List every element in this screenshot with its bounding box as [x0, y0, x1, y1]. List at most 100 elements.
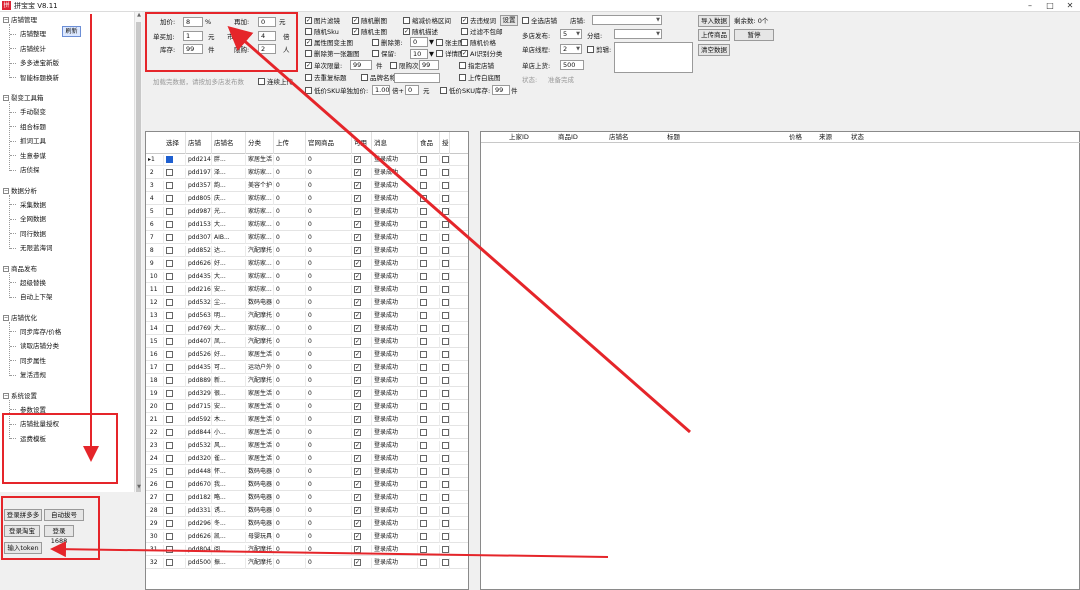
tree-item[interactable]: 复活违规 [10, 369, 46, 381]
select-all-stores-checkbox[interactable]: 全选店铺 [522, 16, 557, 26]
tree-item[interactable]: 无限蓝海词 [10, 242, 53, 254]
table-row[interactable]: 15pdd40710...凤...汽配摩托00✓登录成功 [146, 337, 468, 348]
tree-item[interactable]: 同行数据 [10, 228, 46, 240]
select-checkbox[interactable] [164, 480, 186, 491]
select-checkbox[interactable] [164, 259, 186, 270]
option-checkbox[interactable]: ✓ 随机主图 [352, 27, 387, 37]
table-row[interactable]: 18pdd88991...新...汽配摩托00✓登录成功 [146, 376, 468, 387]
table-header-cell[interactable]: 上传 [274, 132, 306, 154]
select-checkbox[interactable] [164, 532, 186, 543]
table-row[interactable]: 6pdd15318...大...家纺家...00✓登录成功 [146, 220, 468, 231]
collapse-icon[interactable]: − [3, 187, 9, 194]
option-checkbox[interactable]: 去重复标题 [305, 73, 347, 83]
goods-header-cell[interactable]: 来源 [819, 132, 832, 143]
auth-checkbox[interactable] [440, 181, 450, 192]
select-checkbox[interactable] [164, 298, 186, 309]
table-row[interactable]: 24pdd32032...雀...家居生活00✓登录成功 [146, 454, 468, 465]
select-checkbox[interactable] [164, 428, 186, 439]
table-row[interactable]: 12pdd53217...尘...数码电器00✓登录成功 [146, 298, 468, 309]
available-checkbox[interactable]: ✓ [352, 233, 372, 244]
available-checkbox[interactable]: ✓ [352, 428, 372, 439]
table-header-cell[interactable]: 可用 [352, 132, 372, 154]
table-row[interactable]: 16pdd52663...好...家居生活00✓登录成功 [146, 350, 468, 361]
table-row[interactable]: 5pdd98795...光...家纺家...00✓登录成功 [146, 207, 468, 218]
option-checkbox[interactable]: 过滤不包邮 [461, 27, 503, 37]
option-checkbox[interactable]: ✓ 随机描述 [403, 27, 438, 37]
food-checkbox[interactable] [418, 454, 440, 465]
food-checkbox[interactable] [418, 207, 440, 218]
select-checkbox[interactable] [164, 155, 186, 166]
select-checkbox[interactable] [164, 337, 186, 348]
available-checkbox[interactable]: ✓ [352, 376, 372, 387]
available-checkbox[interactable]: ✓ [352, 194, 372, 205]
maximize-icon[interactable]: □ [1040, 0, 1060, 12]
table-row[interactable]: 14pdd76908...大...家纺家...00✓登录成功 [146, 324, 468, 335]
option-checkbox[interactable]: ✓ 属性图变主图 [305, 38, 353, 48]
available-checkbox[interactable]: ✓ [352, 389, 372, 400]
table-row[interactable]: 9pdd62649...好...家纺家...00✓登录成功 [146, 259, 468, 270]
refresh-button[interactable]: 刷新 [62, 26, 81, 37]
food-checkbox[interactable] [418, 285, 440, 296]
option-checkbox[interactable]: 品牌名称 [361, 73, 396, 83]
single-limit-input[interactable]: 99 [350, 60, 372, 70]
food-checkbox[interactable] [418, 363, 440, 374]
collapse-icon[interactable]: − [3, 265, 9, 272]
goods-header-cell[interactable]: 商品ID [558, 132, 578, 143]
auth-checkbox[interactable] [440, 233, 450, 244]
food-checkbox[interactable] [418, 337, 440, 348]
available-checkbox[interactable]: ✓ [352, 337, 372, 348]
food-checkbox[interactable] [418, 168, 440, 179]
auth-checkbox[interactable] [440, 558, 450, 569]
auth-checkbox[interactable] [440, 220, 450, 231]
pause-button[interactable]: 暂停 [734, 29, 774, 41]
select-checkbox[interactable] [164, 194, 186, 205]
limit-times-input[interactable]: 99 [419, 60, 439, 70]
food-checkbox[interactable] [418, 493, 440, 504]
tree-item[interactable]: 智能标题换新 [10, 72, 59, 84]
table-row[interactable]: ▸1pdd21434...胖...家居生活00✓登录成功 [146, 155, 468, 166]
tree-item[interactable]: 超级替换 [10, 277, 46, 289]
food-checkbox[interactable] [418, 181, 440, 192]
option-checkbox[interactable]: ✓ 单次限量: [305, 61, 342, 71]
import-data-button[interactable]: 导入数据 [698, 15, 730, 27]
food-checkbox[interactable] [418, 298, 440, 309]
food-checkbox[interactable] [418, 350, 440, 361]
table-header-cell[interactable]: 食品 [418, 132, 440, 154]
available-checkbox[interactable]: ✓ [352, 181, 372, 192]
table-row[interactable]: 7pdd30754...AIB...家纺家...00✓登录成功 [146, 233, 468, 244]
table-header-cell[interactable]: 店铺名 [212, 132, 246, 154]
auth-checkbox[interactable] [440, 168, 450, 179]
table-row[interactable]: 30pdd62643...凯...母婴玩具00✓登录成功 [146, 532, 468, 543]
table-header-cell[interactable]: 消息 [372, 132, 418, 154]
option-checkbox[interactable]: ✓ 图片滤镜 [305, 16, 340, 26]
option-checkbox[interactable]: 删除第一张趣图 [305, 49, 360, 59]
available-checkbox[interactable]: ✓ [352, 441, 372, 452]
select-checkbox[interactable] [164, 181, 186, 192]
auth-checkbox[interactable] [440, 311, 450, 322]
group-select[interactable]: ▼ [614, 29, 662, 39]
food-checkbox[interactable] [418, 415, 440, 426]
goods-header-cell[interactable]: 上家ID [509, 132, 529, 143]
available-checkbox[interactable]: ✓ [352, 168, 372, 179]
food-checkbox[interactable] [418, 545, 440, 556]
available-checkbox[interactable]: ✓ [352, 363, 372, 374]
tree-item[interactable]: 同步库存/价格 [10, 326, 61, 338]
upload-count-input[interactable]: 500 [560, 60, 584, 70]
select-checkbox[interactable] [164, 545, 186, 556]
goods-header-cell[interactable]: 标题 [667, 132, 680, 143]
table-row[interactable]: 25pdd44813...怀...数码电器00✓登录成功 [146, 467, 468, 478]
tree-item[interactable]: 店铺统计 [10, 43, 46, 55]
available-checkbox[interactable]: ✓ [352, 350, 372, 361]
delete-no-input[interactable]: 0 [410, 37, 428, 47]
collapse-icon[interactable]: − [3, 392, 9, 399]
minimize-icon[interactable]: – [1020, 0, 1040, 12]
auth-checkbox[interactable] [440, 246, 450, 257]
table-row[interactable]: 23pdd53298...风...家居生活00✓登录成功 [146, 441, 468, 452]
food-checkbox[interactable] [418, 324, 440, 335]
tree-item[interactable]: 店侦探 [10, 164, 40, 176]
food-checkbox[interactable] [418, 155, 440, 166]
available-checkbox[interactable]: ✓ [352, 311, 372, 322]
store-select[interactable]: ▼ [592, 15, 662, 25]
dd-arrow-1[interactable]: ▼ [429, 37, 434, 47]
auth-checkbox[interactable] [440, 324, 450, 335]
